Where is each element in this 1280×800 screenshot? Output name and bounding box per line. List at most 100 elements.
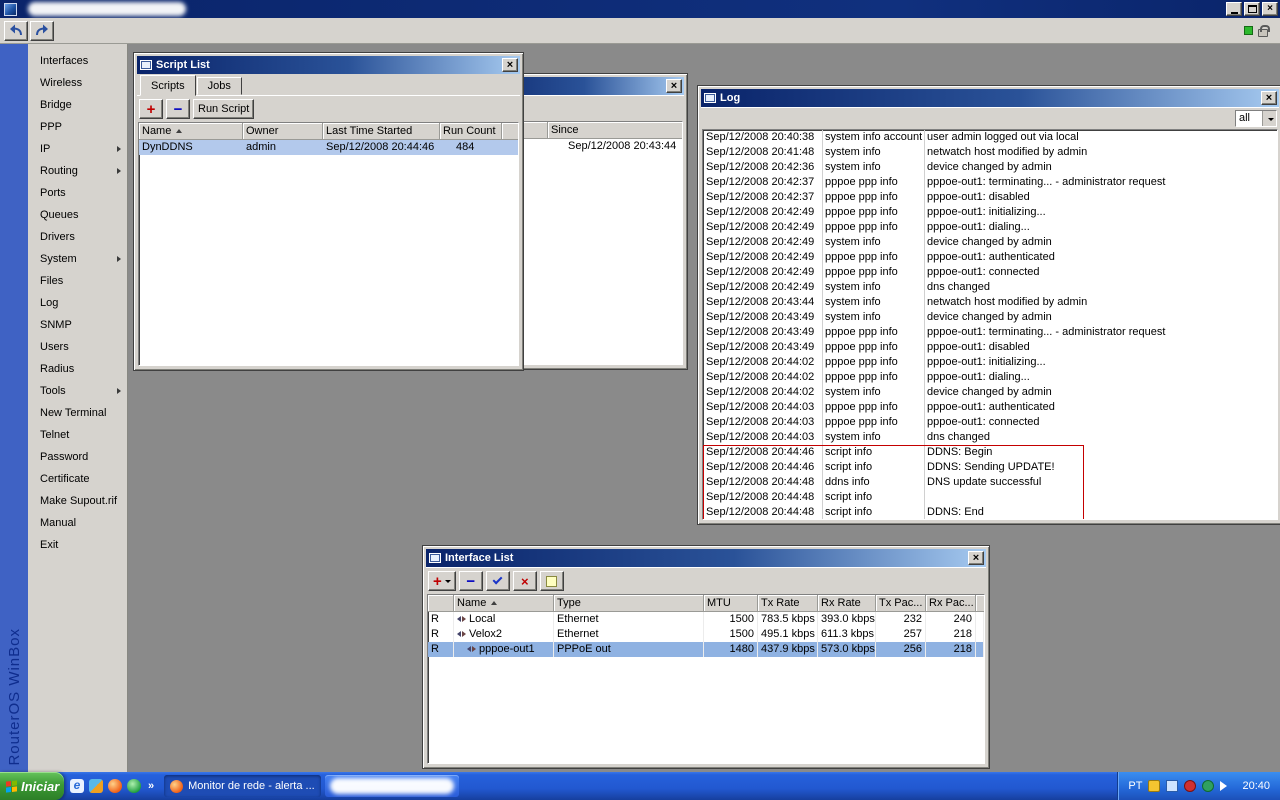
sidebar-item[interactable]: Manual [28,512,127,534]
remove-button[interactable]: − [458,571,483,591]
log-entry[interactable]: Sep/12/2008 20:44:46 script info DDNS: B… [703,445,1277,460]
security-tray-icon[interactable] [1184,780,1197,792]
updates-tray-icon[interactable] [1148,780,1161,792]
add-button[interactable]: + [139,99,163,119]
log-entry[interactable]: Sep/12/2008 20:44:03 pppoe ppp info pppo… [703,400,1277,415]
sidebar-item[interactable]: Password [28,446,127,468]
sidebar-item[interactable]: New Terminal [28,402,127,424]
sidebar-item[interactable]: Drivers [28,226,127,248]
remove-button[interactable]: − [166,99,190,119]
comment-button[interactable] [539,571,564,591]
volume-tray-icon[interactable] [1220,781,1232,791]
tx-packet-column-header[interactable]: Tx Pac... [876,595,926,612]
close-icon[interactable]: × [1261,91,1277,105]
sidebar-item[interactable]: Certificate [28,468,127,490]
log-entry[interactable]: Sep/12/2008 20:42:49 pppoe ppp info pppo… [703,220,1277,235]
close-icon[interactable]: × [968,551,984,565]
log-entry[interactable]: Sep/12/2008 20:44:48 ddns info DNS updat… [703,475,1277,490]
type-column-header[interactable]: Type [554,595,704,612]
sidebar-item[interactable]: IP [28,138,127,160]
log-entry[interactable]: Sep/12/2008 20:44:48 script info DDNS: E… [703,505,1277,519]
log-entry[interactable]: Sep/12/2008 20:42:49 system info device … [703,235,1277,250]
sidebar-item[interactable]: Log [28,292,127,314]
sidebar-item[interactable]: Make Supout.rif [28,490,127,512]
interface-list-titlebar[interactable]: Interface List × [426,549,986,567]
interface-row[interactable]: R pppoe-out1 PPPoE out 1480 437.9 kbps 5… [428,642,984,657]
script-list-titlebar[interactable]: Script List × [137,56,520,74]
undo-button[interactable] [4,20,28,41]
close-button[interactable]: × [1262,2,1278,16]
sidebar-item[interactable]: Queues [28,204,127,226]
log-entry[interactable]: Sep/12/2008 20:43:44 system info netwatc… [703,295,1277,310]
log-entry[interactable]: Sep/12/2008 20:42:36 system info device … [703,160,1277,175]
taskbar-task-blurred[interactable] [324,775,459,797]
log-entry[interactable]: Sep/12/2008 20:44:03 pppoe ppp info pppo… [703,415,1277,430]
sidebar-item[interactable]: Interfaces [28,50,127,72]
run-script-button[interactable]: Run Script [193,99,255,119]
dropdown-button[interactable] [1262,111,1276,126]
sidebar-item[interactable]: Ports [28,182,127,204]
rx-packet-column-header[interactable]: Rx Pac... [926,595,976,612]
media-player-icon[interactable] [89,779,103,793]
taskbar-task-firefox[interactable]: Monitor de rede - alerta ... [164,775,321,797]
owner-column-header[interactable]: Owner [243,123,323,140]
tab[interactable]: Jobs [196,77,242,95]
sidebar-item[interactable]: Wireless [28,72,127,94]
log-entry[interactable]: Sep/12/2008 20:44:48 script info [703,490,1277,505]
log-entry[interactable]: Sep/12/2008 20:42:49 pppoe ppp info pppo… [703,250,1277,265]
sidebar-item[interactable]: Telnet [28,424,127,446]
log-entry[interactable]: Sep/12/2008 20:42:37 pppoe ppp info pppo… [703,190,1277,205]
interface-row[interactable]: R Local Ethernet 1500 783.5 kbps 393.0 k… [428,612,984,627]
since-column-header[interactable]: Since [548,122,682,139]
sidebar-item[interactable]: PPP [28,116,127,138]
clock[interactable]: 20:40 [1238,780,1270,792]
messenger-tray-icon[interactable] [1202,780,1215,792]
firefox-icon[interactable] [108,779,122,793]
app-titlebar[interactable]: × [0,0,1280,18]
sidebar-item[interactable]: Users [28,336,127,358]
last-time-column-header[interactable]: Last Time Started [323,123,440,140]
network-tray-icon[interactable] [1166,780,1179,792]
sidebar-item[interactable]: Tools [28,380,127,402]
name-column-header[interactable]: Name [139,123,243,140]
minimize-button[interactable] [1226,2,1242,16]
script-row[interactable]: DynDDNS admin Sep/12/2008 20:44:46 484 [139,140,518,155]
close-icon[interactable]: × [502,58,518,72]
log-entry[interactable]: Sep/12/2008 20:40:38 system info account… [703,130,1277,145]
flag-column-header[interactable] [428,595,454,612]
log-entry[interactable]: Sep/12/2008 20:43:49 pppoe ppp info pppo… [703,340,1277,355]
log-entry[interactable]: Sep/12/2008 20:42:37 pppoe ppp info pppo… [703,175,1277,190]
disable-button[interactable]: × [512,571,537,591]
log-entry[interactable]: Sep/12/2008 20:43:49 pppoe ppp info pppo… [703,325,1277,340]
log-titlebar[interactable]: Log × [701,89,1279,107]
quick-launch-overflow-chevron[interactable]: » [146,780,156,792]
tab[interactable]: Scripts [140,75,196,96]
log-entry[interactable]: Sep/12/2008 20:44:02 pppoe ppp info pppo… [703,355,1277,370]
sidebar-item[interactable]: Exit [28,534,127,556]
name-column-header[interactable]: Name [454,595,554,612]
start-button[interactable]: Iniciar [0,772,64,800]
log-entry[interactable]: Sep/12/2008 20:43:49 system info device … [703,310,1277,325]
language-indicator[interactable]: PT [1128,780,1142,792]
sidebar-item[interactable]: Routing [28,160,127,182]
redo-button[interactable] [30,20,54,41]
log-entry[interactable]: Sep/12/2008 20:41:48 system info netwatc… [703,145,1277,160]
sidebar-item[interactable]: Radius [28,358,127,380]
maximize-button[interactable] [1244,2,1260,16]
add-dropdown-button[interactable]: + [428,571,456,591]
tx-rate-column-header[interactable]: Tx Rate [758,595,818,612]
log-entry[interactable]: Sep/12/2008 20:44:03 system info dns cha… [703,430,1277,445]
ie-icon[interactable]: e [70,779,84,793]
sidebar-item[interactable]: System [28,248,127,270]
log-entry[interactable]: Sep/12/2008 20:44:46 script info DDNS: S… [703,460,1277,475]
sidebar-item[interactable]: Bridge [28,94,127,116]
log-filter-combobox[interactable]: all [1235,110,1277,127]
sidebar-item[interactable]: SNMP [28,314,127,336]
log-entry[interactable]: Sep/12/2008 20:42:49 system info dns cha… [703,280,1277,295]
close-icon[interactable]: × [666,79,682,93]
enable-button[interactable] [485,571,510,591]
log-entry[interactable]: Sep/12/2008 20:42:49 pppoe ppp info pppo… [703,205,1277,220]
log-entry[interactable]: Sep/12/2008 20:44:02 system info device … [703,385,1277,400]
messenger-icon[interactable] [127,779,141,793]
run-count-column-header[interactable]: Run Count [440,123,502,140]
